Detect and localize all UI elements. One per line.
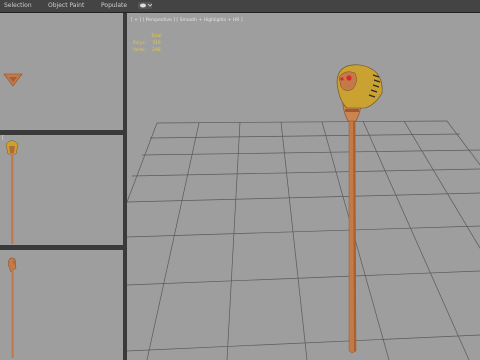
stats-verts-value: 298 <box>151 48 161 53</box>
ribbon-toggle-button[interactable] <box>138 2 152 9</box>
stats-polys-label: Polys: <box>133 41 147 46</box>
staff-left-view <box>7 257 17 358</box>
cobra-staff <box>336 64 383 354</box>
viewport-label[interactable]: [ + ] [ Perspective ] [ Smooth + Highlig… <box>131 18 243 23</box>
eye-icon <box>140 3 152 8</box>
viewport-divider-horizontal[interactable] <box>0 130 123 135</box>
ground-grid <box>127 120 480 360</box>
menu-ribbon: Selection Object Paint Populate <box>0 0 480 13</box>
stats-total-label: Total <box>151 34 162 39</box>
viewport-top[interactable] <box>0 13 123 130</box>
viewport-divider-horizontal[interactable] <box>0 245 123 250</box>
viewport-perspective[interactable]: [ + ] [ Perspective ] [ Smooth + Highlig… <box>127 13 480 360</box>
stats-polys-value: 316 <box>152 41 161 46</box>
viewport-left[interactable] <box>0 250 123 360</box>
staff-front-view <box>5 140 19 244</box>
tab-object-paint[interactable]: Object Paint <box>48 0 84 12</box>
stats-overlay: Total Polys: 316 Verts: 298 <box>133 33 162 54</box>
perspective-scene <box>127 64 480 360</box>
viewport-front[interactable]: [ <box>0 135 123 245</box>
snake-eye-icon <box>346 75 352 81</box>
stats-verts-label: Verts: <box>133 48 146 53</box>
tab-selection[interactable]: Selection <box>4 0 32 12</box>
tab-populate[interactable]: Populate <box>101 0 127 12</box>
staff-top-view <box>3 73 23 87</box>
